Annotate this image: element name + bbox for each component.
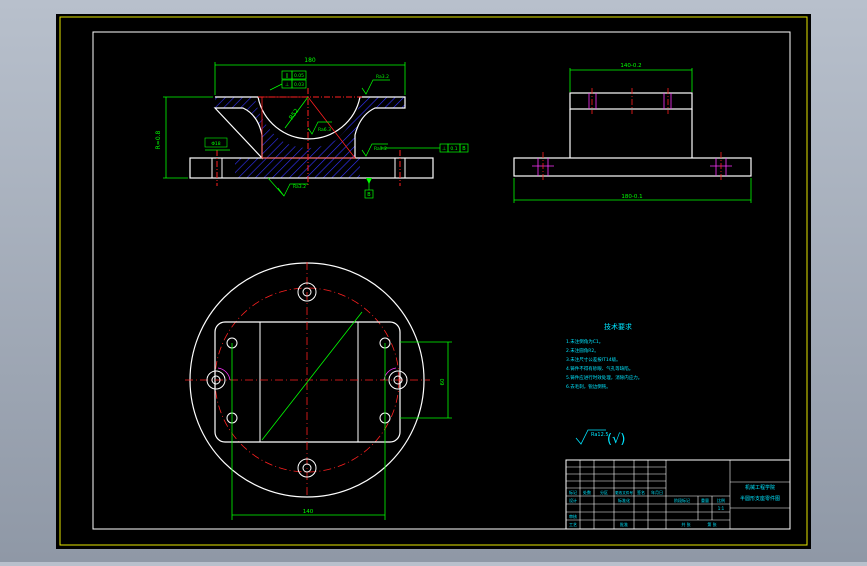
tb-process: 工艺: [569, 522, 577, 527]
drawing-canvas: 180 R=0.8 R52 ∥ 0.05 ⊥ 0.03 ⊥ 0.1 B Ra3.…: [56, 14, 811, 549]
tb-part-name: 半圆形支座零件图: [740, 495, 780, 502]
general-roughness-suffix: (√): [607, 432, 625, 447]
roughness-text-1: Ra3.2: [376, 74, 389, 80]
tb-school: 机械工程学院: [745, 484, 775, 491]
side-dim-bottom-text: 180-0.1: [621, 194, 642, 200]
tb-design: 设计: [569, 497, 577, 503]
roughness-text-4: Ra3.2: [293, 184, 306, 190]
notes-item-6: 6.去毛刺，锐边倒钝。: [566, 383, 611, 390]
plan-dim-bottom-text: 140: [303, 509, 314, 515]
plan-dim-right-text: 60: [440, 378, 446, 385]
notes-item-3: 3.未注尺寸公差按IT14级。: [566, 356, 621, 363]
notes-item-4: 4.铸件不得有砂眼、气孔等缺陷。: [566, 365, 633, 372]
gtol3-datum: B: [462, 146, 466, 152]
dim-top-text: 180: [304, 57, 316, 64]
tb-review: 审核: [569, 513, 577, 519]
gtol1-symbol: ∥: [286, 73, 289, 79]
dim-left-text: R=0.8: [155, 130, 162, 149]
roughness-text-3: Ra3.2: [374, 146, 387, 152]
tb-date: 年月日: [651, 489, 663, 495]
tb-scale: 比例: [717, 497, 725, 503]
tb-stage: 阶段标记: [674, 497, 690, 503]
notes-item-2: 2.未注圆角R2。: [566, 347, 599, 354]
notes-item-1: 1.未注倒角为C1。: [566, 338, 603, 345]
tb-zone: 分区: [600, 489, 608, 495]
notes-title: 技术要求: [604, 322, 632, 331]
datum-text: B: [367, 192, 371, 198]
gtol3-value: 0.1: [450, 146, 457, 152]
tb-approve: 批准: [620, 521, 628, 527]
tb-sign: 签名: [637, 489, 645, 495]
tb-weight: 重量: [701, 497, 709, 503]
tb-count: 处数: [583, 489, 591, 495]
model-space: [56, 14, 811, 549]
general-roughness-value: Ra12.5: [591, 432, 609, 438]
tb-standard: 标准化: [618, 497, 630, 503]
tb-doc-no: 更改文件号: [615, 490, 633, 495]
notes-item-5: 5.铸件应进行时效处理，消除内应力。: [566, 374, 642, 381]
gtol2-value: 0.03: [294, 82, 304, 88]
cad-viewport: 180 R=0.8 R52 ∥ 0.05 ⊥ 0.03 ⊥ 0.1 B Ra3.…: [0, 0, 867, 562]
gtol1-value: 0.05: [294, 73, 304, 79]
dim-hole-text: Φ18: [211, 141, 220, 147]
roughness-text-2: Ra6.3: [318, 127, 331, 133]
gtol3-symbol: ⊥: [442, 146, 446, 152]
gtol2-symbol: ⊥: [285, 82, 289, 88]
tb-mark: 标记: [569, 489, 577, 495]
tb-scale-value: 1:1: [718, 506, 725, 511]
tb-sheets: 共 张: [681, 521, 690, 527]
tb-sheet-no: 第 张: [707, 521, 716, 527]
side-dim-top-text: 140-0.2: [620, 63, 641, 69]
base-section-hatch: [235, 158, 360, 178]
